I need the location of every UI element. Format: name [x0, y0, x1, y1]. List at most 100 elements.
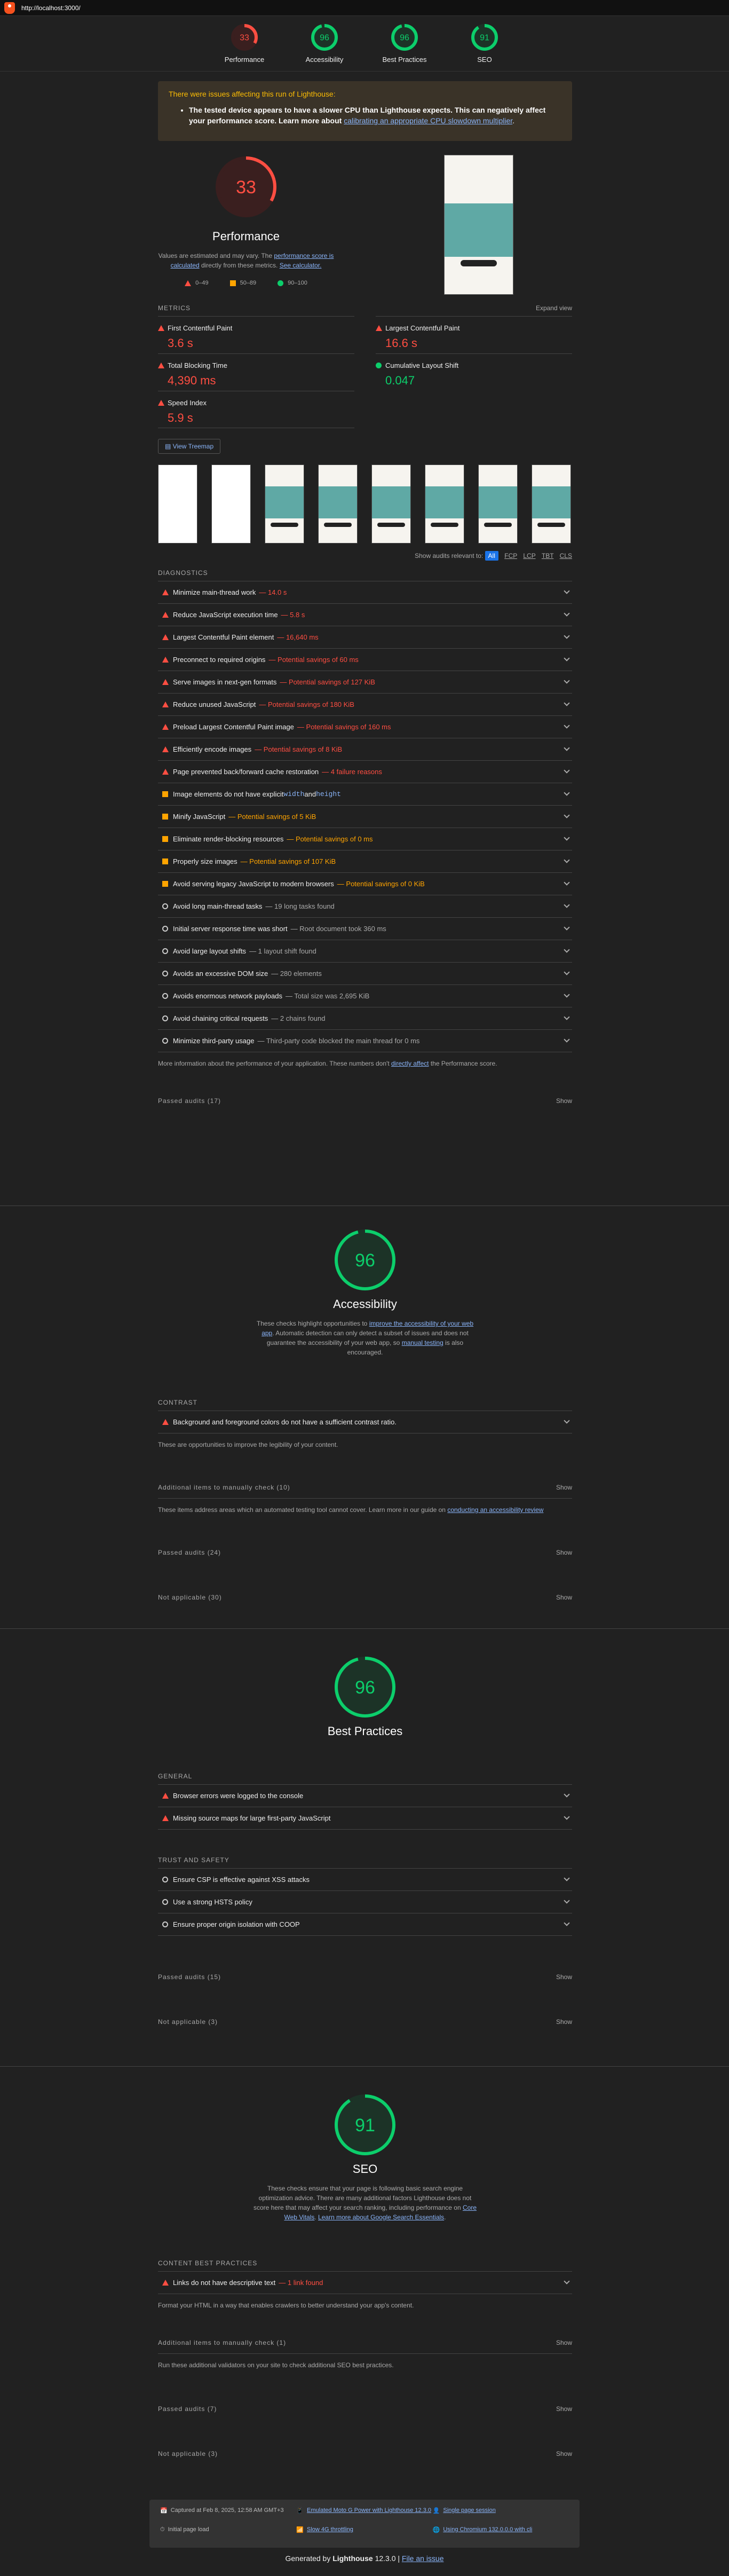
diagnostics-list: Minimize main-thread work — 14.0 s Reduce …: [158, 581, 572, 1052]
accessibility-title: Accessibility: [333, 1297, 397, 1311]
audit-console-errors[interactable]: Browser errors were logged to the consol…: [158, 1785, 572, 1807]
audit-row[interactable]: Reduce unused JavaScript — Potential savi…: [158, 694, 572, 716]
perf-passed-audits[interactable]: Passed audits (17) Show: [158, 1090, 572, 1112]
chromium-info[interactable]: 🌐 Using Chromium 132.0.0.0 with cli: [433, 2526, 569, 2540]
device-info[interactable]: 📱 Emulated Moto G Power with Lighthouse …: [296, 2507, 432, 2521]
content-header: Content Best Practices: [158, 2259, 572, 2272]
svg-text:96: 96: [400, 34, 409, 43]
audit-row[interactable]: Avoids an excessive DOM size — 280 elemen…: [158, 963, 572, 985]
session-info[interactable]: 👤 Single page session: [433, 2507, 569, 2521]
fail-triangle-icon: [162, 769, 169, 775]
audit-source-maps[interactable]: Missing source maps for large first-part…: [158, 1807, 572, 1830]
audit-row[interactable]: Avoid long main-thread tasks — 19 long ta…: [158, 895, 572, 918]
audit-row[interactable]: Avoid chaining critical requests — 2 chai…: [158, 1007, 572, 1030]
cpu-multiplier-link[interactable]: calibrating an appropriate CPU slowdown …: [344, 116, 512, 125]
best-practices-gauge: 96: [333, 1655, 397, 1719]
audit-row[interactable]: Avoid large layout shifts — 1 layout shif…: [158, 940, 572, 963]
info-circle-icon: [162, 903, 168, 909]
audit-row[interactable]: Initial server response time was short — …: [158, 918, 572, 940]
nav-gauge-performance[interactable]: 33 Performance: [218, 20, 271, 71]
chevron-down-icon: [564, 924, 570, 931]
audit-row[interactable]: Page prevented back/forward cache restor…: [158, 761, 572, 783]
search-essentials-link[interactable]: Learn more about Google Search Essential…: [318, 2213, 444, 2221]
a11y-review-link[interactable]: conducting an accessibility review: [447, 1506, 543, 1514]
audit-coop[interactable]: Ensure proper origin isolation with COOP: [158, 1913, 572, 1936]
accessibility-description: These checks highlight opportunities to …: [256, 1320, 474, 1356]
throttle-info[interactable]: 📶 Slow 4G throttling: [296, 2526, 432, 2540]
metric-lcp: Largest Contentful Paint 16.6 s: [376, 316, 572, 353]
svg-text:33: 33: [236, 177, 256, 198]
chevron-down-icon: [564, 902, 570, 908]
audit-row[interactable]: Preload Largest Contentful Paint image — …: [158, 716, 572, 738]
a11y-not-applicable[interactable]: Not applicable (30) Show: [158, 1586, 572, 1609]
audit-row[interactable]: Avoids enormous network payloads — Total …: [158, 985, 572, 1007]
accessibility-section: 96 Accessibility These checks highlight …: [158, 1228, 572, 1609]
manual-testing-link[interactable]: manual testing: [402, 1339, 443, 1346]
score-legend: 0–49 50–89 90–100: [158, 280, 334, 286]
seo-manual-checks[interactable]: Additional items to manually check (1) Sh…: [158, 2331, 572, 2354]
chevron-down-icon: [564, 1014, 570, 1020]
see-calculator-link[interactable]: See calculator.: [280, 262, 322, 269]
audit-row[interactable]: Avoid serving legacy JavaScript to moder…: [158, 873, 572, 895]
filter-lcp[interactable]: LCP: [523, 552, 535, 560]
average-square-icon: [229, 280, 236, 286]
file-issue-link[interactable]: File an issue: [402, 2554, 444, 2563]
audit-row[interactable]: Properly size images — Potential savings …: [158, 850, 572, 873]
chevron-down-icon: [564, 991, 570, 998]
pass-circle-icon: [278, 280, 284, 286]
audit-row[interactable]: Serve images in next-gen formats — Potent…: [158, 671, 572, 694]
audit-row[interactable]: Reduce JavaScript execution time — 5.8 s: [158, 604, 572, 626]
svg-text:91: 91: [355, 2115, 375, 2136]
chevron-down-icon: [564, 655, 570, 661]
seo-title: SEO: [352, 2162, 378, 2176]
audit-row[interactable]: Largest Contentful Paint element — 16,640…: [158, 626, 572, 649]
average-square-icon: [162, 881, 168, 887]
average-square-icon: [162, 836, 168, 842]
a11y-manual-note: These items address areas which an autom…: [158, 1506, 544, 1514]
seo-not-applicable[interactable]: Not applicable (3) Show: [158, 2443, 572, 2465]
audit-row[interactable]: Preconnect to required origins — Potentia…: [158, 649, 572, 671]
filter-cls[interactable]: CLS: [560, 552, 572, 560]
audit-row[interactable]: Efficiently encode images — Potential sav…: [158, 738, 572, 761]
seo-gauge: 91: [333, 2093, 397, 2157]
chevron-down-icon: [564, 767, 570, 774]
seo-passed-audits[interactable]: Passed audits (7) Show: [158, 2398, 572, 2420]
audit-row[interactable]: Minimize main-thread work — 14.0 s: [158, 581, 572, 604]
info-circle-icon: [162, 993, 168, 999]
info-circle-icon: [162, 971, 168, 976]
trust-header: Trust and Safety: [158, 1856, 572, 1869]
average-square-icon: [162, 858, 168, 864]
bp-not-applicable[interactable]: Not applicable (3) Show: [158, 2011, 572, 2033]
filter-tbt[interactable]: TBT: [542, 552, 553, 560]
directly-affect-link[interactable]: directly affect: [391, 1060, 429, 1067]
chevron-down-icon: [564, 812, 570, 818]
audit-row[interactable]: Minify JavaScript — Potential savings of …: [158, 806, 572, 828]
svg-text:96: 96: [320, 34, 329, 43]
a11y-passed-audits[interactable]: Passed audits (24) Show: [158, 1541, 572, 1564]
filter-all[interactable]: All: [485, 551, 498, 561]
chevron-down-icon: [564, 857, 570, 863]
nav-gauge-accessibility[interactable]: 96 Accessibility: [298, 20, 351, 71]
audit-row[interactable]: Image elements do not have explicit widt…: [158, 783, 572, 806]
audit-csp[interactable]: Ensure CSP is effective against XSS atta…: [158, 1869, 572, 1891]
expand-view-toggle[interactable]: Expand view: [536, 304, 572, 312]
lighthouse-logo-icon: [4, 2, 15, 14]
audit-hsts[interactable]: Use a strong HSTS policy: [158, 1891, 572, 1913]
final-screenshot[interactable]: [444, 155, 513, 295]
view-treemap-button[interactable]: ▤ View Treemap: [158, 439, 221, 454]
nav-gauge-best-practices[interactable]: 96 Best Practices: [378, 20, 431, 71]
content-note: Format your HTML in a way that enables c…: [158, 2302, 414, 2309]
bp-passed-audits[interactable]: Passed audits (15) Show: [158, 1966, 572, 1988]
nav-gauge-seo[interactable]: 91 SEO: [458, 20, 511, 71]
a11y-manual-checks[interactable]: Additional items to manually check (10) S…: [158, 1476, 572, 1499]
audit-link-text[interactable]: Links do not have descriptive text — 1 li…: [158, 2272, 572, 2294]
filter-fcp[interactable]: FCP: [504, 552, 517, 560]
chevron-down-icon: [564, 678, 570, 684]
audit-contrast[interactable]: Background and foreground colors do not …: [158, 1411, 572, 1433]
audit-row[interactable]: Eliminate render-blocking resources — Pot…: [158, 828, 572, 850]
diagnostics-header: Diagnostics: [158, 569, 572, 581]
performance-title: Performance: [212, 230, 280, 243]
filmstrip-frame: [318, 464, 358, 543]
url-text[interactable]: http://localhost:3000/: [21, 4, 81, 12]
audit-row[interactable]: Minimize third-party usage — Third-party …: [158, 1030, 572, 1052]
